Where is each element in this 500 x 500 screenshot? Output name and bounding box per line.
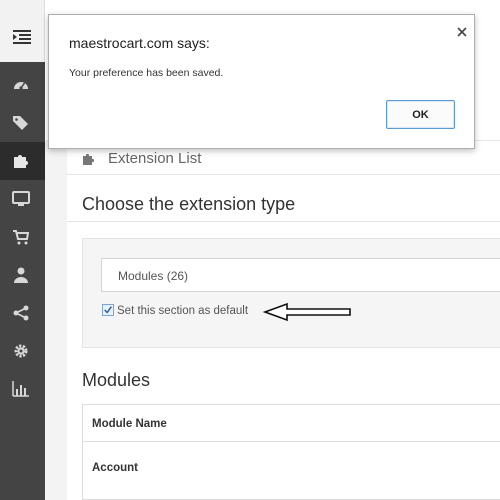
sidebar-item-system[interactable] [0, 332, 45, 370]
dialog-title: maestrocart.com says: [69, 35, 210, 51]
gear-icon [12, 342, 30, 360]
sidebar-item-extensions[interactable] [0, 142, 45, 180]
close-icon[interactable] [457, 27, 467, 37]
module-name-cell: Account [92, 462, 138, 474]
cart-icon [12, 228, 30, 246]
menu-indent-icon [13, 30, 31, 44]
ok-button[interactable]: OK [386, 100, 455, 129]
puzzle-icon [12, 152, 30, 170]
share-icon [12, 304, 30, 322]
alert-dialog: maestrocart.com says: Your preference ha… [48, 14, 475, 149]
choose-type-heading: Choose the extension type [82, 194, 296, 214]
divider [67, 221, 500, 222]
dashboard-icon [12, 76, 30, 94]
sidebar-item-catalog[interactable] [0, 104, 45, 142]
extension-type-value: Modules (26) [118, 269, 189, 283]
column-header-module-name[interactable]: Module Name [92, 418, 167, 430]
monitor-icon [12, 190, 30, 208]
content-gutter [45, 140, 67, 500]
table-row: Account [83, 442, 500, 500]
user-icon [12, 266, 30, 284]
sidebar-item-reports[interactable] [0, 370, 45, 408]
extension-type-panel: Modules (26) Set this section as default [82, 238, 500, 348]
left-arrow-annotation [263, 301, 353, 323]
modules-heading: Modules [82, 370, 151, 390]
sidebar-item-design[interactable] [0, 180, 45, 218]
sidebar-toggle[interactable] [0, 0, 45, 62]
sidebar-item-marketing[interactable] [0, 294, 45, 332]
default-section-checkbox[interactable] [102, 304, 114, 316]
table-header: Module Name [83, 405, 500, 442]
sidebar-item-sales[interactable] [0, 218, 45, 256]
extension-list-title: Extension List [108, 150, 202, 167]
dialog-message: Your preference has been saved. [69, 67, 224, 79]
sidebar [0, 0, 45, 500]
puzzle-icon [82, 152, 96, 166]
default-section-label[interactable]: Set this section as default [117, 305, 248, 317]
modules-table: Module Name Account [82, 404, 500, 500]
sidebar-item-customers[interactable] [0, 256, 45, 294]
sidebar-item-dashboard[interactable] [0, 66, 45, 104]
tags-icon [12, 114, 30, 132]
bar-chart-icon [12, 380, 30, 398]
extension-type-select[interactable]: Modules (26) [101, 258, 500, 292]
